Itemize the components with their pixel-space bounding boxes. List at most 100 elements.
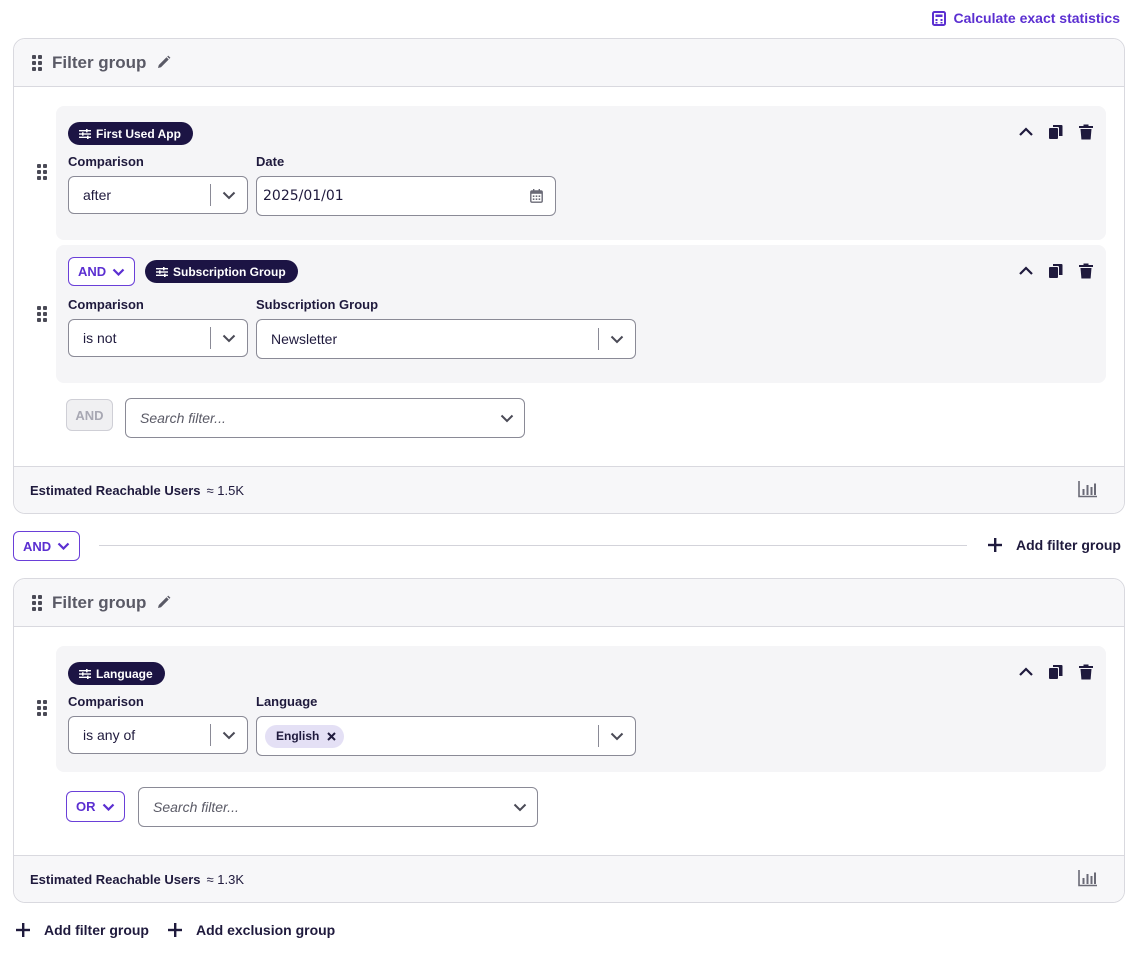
comparison-label: Comparison [68, 297, 144, 312]
subscription-group-value: Newsletter [271, 331, 338, 347]
add-exclusion-group-button[interactable]: Add exclusion group [168, 922, 335, 938]
plus-icon [988, 538, 1002, 552]
chevron-up-icon[interactable] [1018, 263, 1034, 279]
group-conjunction-value: AND [23, 538, 52, 554]
estimate-value: ≈ 1.5K [206, 482, 245, 498]
filter-actions [1018, 124, 1094, 140]
estimate-footer: Estimated Reachable Users ≈ 1.5K [14, 466, 1124, 513]
subscription-group-label: Subscription Group [256, 297, 379, 312]
drag-handle-icon[interactable] [32, 594, 42, 611]
conjunction-value: AND [78, 264, 107, 279]
chevron-down-icon [222, 731, 236, 739]
drag-handle-icon[interactable] [37, 164, 47, 180]
date-input[interactable]: 2025/01/01 [256, 176, 556, 216]
trash-icon[interactable] [1078, 124, 1094, 140]
filter-group-header: Filter group [14, 579, 1124, 627]
comparison-select[interactable]: is any of [68, 716, 248, 754]
calculate-exact-statistics-button[interactable]: Calculate exact statistics [932, 10, 1120, 26]
filter-group-title: Filter group [52, 592, 147, 612]
pencil-icon[interactable] [156, 55, 171, 70]
trash-icon[interactable] [1078, 263, 1094, 279]
filter-group-title: Filter group [52, 52, 147, 72]
plus-icon [16, 923, 30, 937]
language-select[interactable]: English [256, 716, 636, 756]
filter-group-2: Filter group Language Comparison Languag… [13, 578, 1125, 903]
group-conjunction-select[interactable]: AND [13, 531, 81, 561]
filter-type-pill: Language [68, 662, 165, 685]
sliders-icon [156, 266, 168, 277]
chevron-down-icon [222, 191, 236, 199]
trash-icon[interactable] [1078, 664, 1094, 680]
group-connector-row: AND Add filter group [13, 531, 1125, 561]
comparison-select[interactable]: after [68, 176, 248, 214]
bar-chart-icon[interactable] [1078, 869, 1098, 887]
filter-type-label: First Used App [96, 126, 181, 141]
estimate-footer: Estimated Reachable Users ≈ 1.3K [14, 855, 1124, 902]
drag-handle-icon[interactable] [37, 306, 47, 322]
comparison-label: Comparison [68, 154, 144, 169]
filter-type-pill: Subscription Group [145, 260, 298, 283]
filter-type-label: Subscription Group [173, 264, 286, 279]
copy-icon[interactable] [1048, 124, 1064, 140]
language-tag: English [265, 724, 345, 748]
comparison-value: after [83, 187, 112, 203]
sliders-icon [79, 668, 91, 679]
chevron-down-icon [57, 542, 70, 550]
chevron-down-icon [102, 803, 114, 811]
chevron-down-icon [610, 732, 624, 740]
copy-icon[interactable] [1048, 664, 1064, 680]
filter-type-pill: First Used App [68, 122, 193, 145]
add-conjunction-disabled: AND [66, 399, 113, 431]
conjunction-select[interactable]: AND [68, 257, 136, 286]
estimate-label: Estimated Reachable Users [30, 482, 201, 498]
bar-chart-icon[interactable] [1078, 480, 1098, 498]
language-tag-label: English [276, 729, 320, 743]
comparison-label: Comparison [68, 694, 144, 709]
add-conjunction-value: AND [75, 407, 104, 423]
search-filter-input[interactable]: Search filter... [138, 787, 538, 827]
add-conjunction-select[interactable]: OR [66, 791, 125, 822]
add-filter-group-button[interactable]: Add filter group [988, 537, 1121, 553]
chevron-down-icon [610, 335, 624, 343]
filter-card-language: Language Comparison Language is any of E… [56, 646, 1106, 772]
search-filter-placeholder: Search filter... [140, 410, 226, 426]
calculate-exact-statistics-label: Calculate exact statistics [953, 10, 1120, 26]
search-filter-placeholder: Search filter... [153, 799, 239, 815]
filter-actions [1018, 263, 1094, 279]
comparison-select[interactable]: is not [68, 319, 248, 357]
chevron-down-icon [112, 268, 125, 276]
filter-card-subscription-group: AND Subscription Group Comparison Subscr… [56, 245, 1106, 383]
add-conjunction-value: OR [76, 799, 96, 814]
date-label: Date [256, 154, 285, 169]
search-filter-input[interactable]: Search filter... [125, 398, 525, 438]
comparison-value: is not [83, 330, 117, 346]
estimate-label: Estimated Reachable Users [30, 871, 201, 887]
add-filter-group-bottom-button[interactable]: Add filter group [16, 922, 149, 938]
chevron-down-icon [500, 414, 514, 423]
pencil-icon[interactable] [156, 595, 171, 610]
estimate-value: ≈ 1.3K [206, 871, 245, 887]
add-filter-group-label: Add filter group [44, 922, 149, 938]
chevron-down-icon [513, 803, 527, 812]
sliders-icon [79, 128, 91, 139]
filter-group-1: Filter group First Used App Comparison D… [13, 38, 1125, 514]
copy-icon[interactable] [1048, 263, 1064, 279]
language-label: Language [256, 694, 318, 709]
add-filter-group-label: Add filter group [1016, 537, 1121, 553]
subscription-group-select[interactable]: Newsletter [256, 319, 636, 359]
comparison-value: is any of [83, 727, 136, 743]
add-exclusion-group-label: Add exclusion group [196, 922, 336, 938]
filter-actions [1018, 664, 1094, 680]
drag-handle-icon[interactable] [32, 54, 42, 71]
drag-handle-icon[interactable] [37, 700, 47, 716]
chevron-up-icon[interactable] [1018, 664, 1034, 680]
calendar-icon[interactable] [530, 189, 543, 203]
filter-card-first-used-app: First Used App Comparison Date after 202… [56, 106, 1106, 240]
divider-line [99, 545, 967, 546]
calculator-icon [932, 10, 947, 26]
filter-type-label: Language [96, 666, 153, 681]
close-icon[interactable] [327, 731, 337, 741]
filter-group-header: Filter group [14, 39, 1124, 87]
chevron-down-icon [222, 334, 236, 342]
chevron-up-icon[interactable] [1018, 124, 1034, 140]
